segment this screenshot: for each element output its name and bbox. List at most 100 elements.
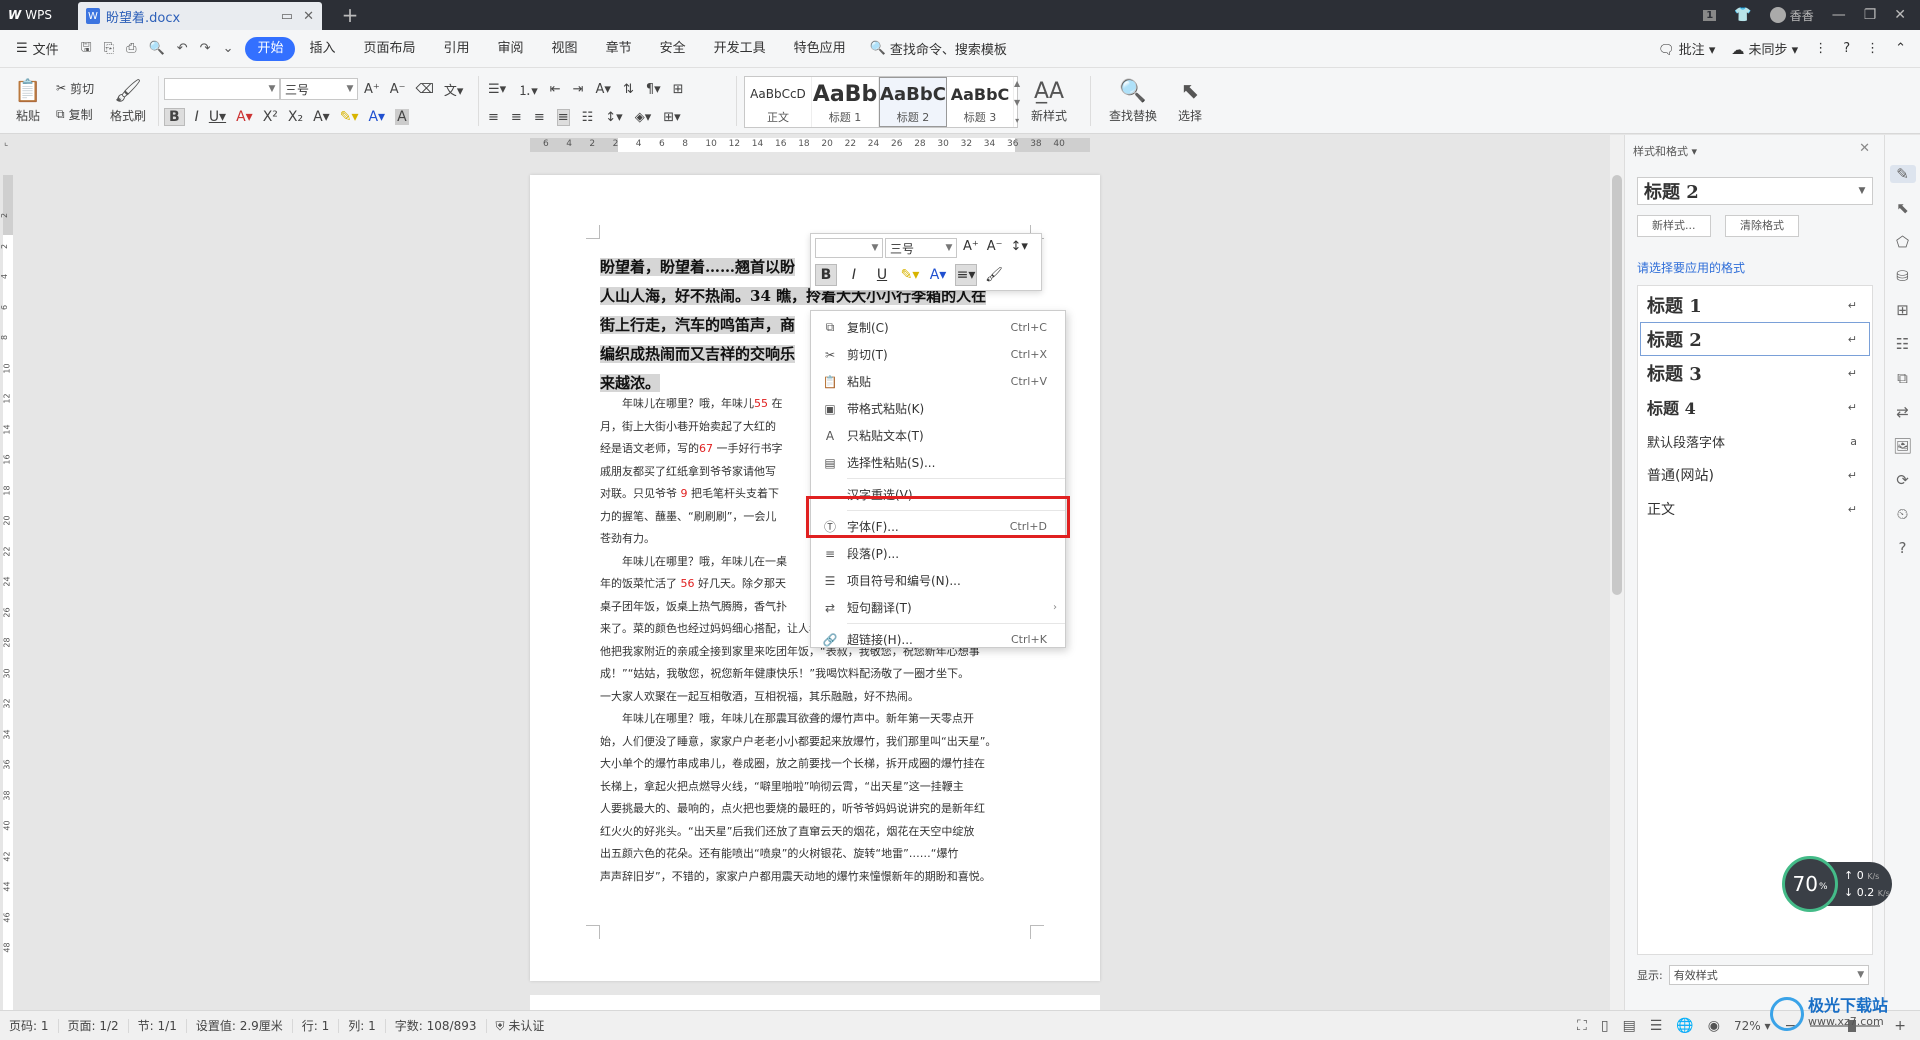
document-tab[interactable]: W 盼望着.docx ▭ ✕ bbox=[78, 2, 322, 30]
distributed-icon[interactable]: ☷ bbox=[582, 110, 594, 125]
style-heading-3[interactable]: AaBbC 标题 3 bbox=[947, 77, 1014, 127]
strikethrough-icon[interactable]: A▾ bbox=[236, 109, 253, 125]
style-list-item[interactable]: 标题 3 ↵ bbox=[1640, 356, 1870, 390]
underline-icon[interactable]: U▾ bbox=[209, 109, 226, 125]
underline-icon[interactable]: U bbox=[871, 264, 893, 286]
menu-item-cut[interactable]: ✂ 剪切(T) Ctrl+X bbox=[811, 341, 1065, 368]
style-heading-2[interactable]: AaBbC 标题 2 bbox=[879, 77, 947, 127]
decrease-font-icon[interactable]: A⁻ bbox=[987, 239, 1003, 254]
command-search[interactable]: 🔍 查找命令、搜索模板 bbox=[860, 39, 1007, 58]
skin-icon[interactable]: 👕 bbox=[1734, 7, 1751, 23]
fit-screen-icon[interactable]: ⛶ bbox=[1577, 1018, 1587, 1034]
font-color-icon[interactable]: A▾ bbox=[368, 109, 385, 125]
numbered-list-icon[interactable]: ⒈▾ bbox=[518, 80, 538, 99]
font-size-select[interactable]: 三号 ▼ bbox=[280, 78, 358, 100]
gallery-scroll[interactable]: ▲ ▼ ▾ bbox=[1014, 77, 1020, 127]
tab-references[interactable]: 引用 bbox=[430, 37, 484, 61]
subscript-icon[interactable]: X₂ bbox=[288, 109, 303, 125]
redo-icon[interactable]: ↷ bbox=[200, 41, 211, 56]
expand-icon[interactable]: ▾ bbox=[1015, 116, 1019, 125]
show-marks-icon[interactable]: ¶▾ bbox=[646, 82, 661, 97]
clear-formatting-icon[interactable]: ⌫ bbox=[416, 82, 434, 97]
network-speed-widget[interactable]: 70% ↑ 0 K/s ↓ 0.2 K/s bbox=[1782, 856, 1892, 912]
bold-icon[interactable]: B bbox=[815, 264, 837, 286]
tab-view[interactable]: 视图 bbox=[538, 37, 592, 61]
align-left-icon[interactable]: ≡ bbox=[488, 110, 499, 125]
backup-pane-icon[interactable]: ⟳ bbox=[1896, 471, 1909, 489]
font-name-select[interactable]: ▼ bbox=[164, 78, 280, 100]
styles-pane-icon[interactable]: ✎ bbox=[1889, 165, 1916, 183]
text-effect-icon[interactable]: A▾ bbox=[313, 109, 330, 125]
line-spacing-icon[interactable]: ↕▾ bbox=[1011, 239, 1028, 254]
decrease-font-icon[interactable]: A⁻ bbox=[390, 82, 406, 97]
file-menu[interactable]: ☰ 文件 bbox=[0, 39, 69, 58]
print-icon[interactable]: ⎙ bbox=[126, 41, 136, 56]
status-page-count[interactable]: 页面: 1/2 bbox=[59, 1018, 129, 1033]
cut-button[interactable]: ✂ 剪切 bbox=[56, 78, 94, 98]
style-heading-1[interactable]: AaBb 标题 1 bbox=[812, 77, 879, 127]
document-page-2[interactable] bbox=[530, 995, 1100, 1010]
style-list-item[interactable]: 标题 1 ↵ bbox=[1640, 288, 1870, 322]
scrollbar-thumb[interactable] bbox=[1612, 175, 1622, 595]
justify-icon[interactable]: ≡ bbox=[556, 108, 570, 126]
increase-indent-icon[interactable]: ⇥ bbox=[573, 82, 584, 97]
tab-stop-selector-icon[interactable]: ⌞ bbox=[4, 138, 8, 148]
menu-item-bullets-numbering[interactable]: ☰ 项目符号和编号(N)... bbox=[811, 567, 1065, 594]
line-spacing-icon[interactable]: ↕▾ bbox=[605, 110, 622, 125]
chevron-down-icon[interactable]: ▼ bbox=[1014, 98, 1020, 107]
status-certification[interactable]: ⛨ 未认证 bbox=[487, 1019, 554, 1033]
table-icon[interactable]: ⊞ bbox=[673, 82, 684, 97]
window-count-badge[interactable]: 1 bbox=[1703, 9, 1717, 21]
chevron-up-icon[interactable]: ▲ bbox=[1014, 79, 1020, 88]
tab-developer[interactable]: 开发工具 bbox=[700, 37, 780, 61]
read-mode-icon[interactable]: ▯ bbox=[1601, 1018, 1609, 1034]
tab-home[interactable]: 开始 bbox=[245, 36, 296, 61]
web-view-icon[interactable]: 🌐 bbox=[1676, 1018, 1693, 1034]
char-shading-icon[interactable]: A bbox=[395, 109, 409, 125]
page-view-icon[interactable]: ▤ bbox=[1623, 1018, 1636, 1034]
mini-font-size-select[interactable]: 三号 ▼ bbox=[885, 238, 957, 258]
status-position[interactable]: 设置值: 2.9厘米 bbox=[187, 1018, 293, 1033]
status-page-number[interactable]: 页码: 1 bbox=[0, 1018, 59, 1033]
italic-icon[interactable]: I bbox=[195, 109, 199, 125]
style-list-item[interactable]: 标题 2 ↵ bbox=[1640, 322, 1870, 356]
outline-view-icon[interactable]: ☰ bbox=[1650, 1018, 1663, 1034]
increase-font-icon[interactable]: A⁺ bbox=[364, 82, 380, 97]
align-center-icon[interactable]: ≡ bbox=[511, 110, 522, 125]
sync-status-button[interactable]: ☁ 未同步 ▾ bbox=[1731, 39, 1798, 58]
bullet-list-icon[interactable]: ☰▾ bbox=[488, 82, 506, 97]
tab-security[interactable]: 安全 bbox=[646, 37, 700, 61]
tab-review[interactable]: 审阅 bbox=[484, 37, 538, 61]
current-style-select[interactable]: 标题 2 ▼ bbox=[1637, 177, 1873, 205]
clear-format-button[interactable]: 清除格式 bbox=[1725, 215, 1799, 237]
undo-icon[interactable]: ↶ bbox=[177, 41, 188, 56]
new-style-button[interactable]: A̲A 新样式 bbox=[1024, 76, 1074, 128]
menu-item-paste-text-only[interactable]: A 只粘贴文本(T) bbox=[811, 422, 1065, 449]
menu-item-paragraph[interactable]: ≡ 段落(P)... bbox=[811, 540, 1065, 567]
vertical-ruler[interactable]: 2 2 4 6 8 10 12 14 16 18 20 22 24 26 28 30 32 34 36 38 40 42 4… bbox=[0, 155, 16, 1040]
status-section[interactable]: 节: 1/1 bbox=[129, 1018, 187, 1033]
eye-protect-icon[interactable]: ◉ bbox=[1708, 1018, 1720, 1034]
more-options-icon[interactable]: ⋮ bbox=[1866, 41, 1879, 56]
tab-minimize-icon[interactable]: ▭ bbox=[281, 9, 293, 24]
shapes-pane-icon[interactable]: ⬠ bbox=[1896, 233, 1909, 251]
style-list-item[interactable]: 默认段落字体 a bbox=[1640, 424, 1870, 458]
more-icon[interactable]: ⋮ bbox=[1814, 41, 1827, 56]
customize-quick-access-icon[interactable]: ⌄ bbox=[223, 41, 234, 56]
mini-font-name-select[interactable]: ▼ bbox=[815, 238, 883, 258]
window-minimize-button[interactable]: — bbox=[1832, 7, 1846, 23]
new-tab-button[interactable]: + bbox=[338, 4, 362, 26]
document-scrollbar[interactable] bbox=[1610, 135, 1624, 1010]
horizontal-ruler[interactable]: 6 4 2 2 4 6 8 10 12 14 16 18 20 22 24 26 28 30 32 34 36 38 40 … bbox=[0, 135, 1610, 155]
close-icon[interactable]: ✕ bbox=[1859, 141, 1870, 156]
status-word-count[interactable]: 字数: 108/893 bbox=[386, 1018, 487, 1033]
change-case-icon[interactable]: A▾ bbox=[596, 82, 611, 97]
comment-button[interactable]: 🗨 批注 ▾ bbox=[1658, 39, 1715, 58]
italic-icon[interactable]: I bbox=[843, 264, 865, 286]
format-painter-button[interactable]: 🖌 格式刷 bbox=[108, 76, 148, 128]
decrease-indent-icon[interactable]: ⇤ bbox=[550, 82, 561, 97]
tab-section[interactable]: 章节 bbox=[592, 37, 646, 61]
tab-insert[interactable]: 插入 bbox=[295, 37, 349, 61]
window-close-button[interactable]: ✕ bbox=[1894, 7, 1906, 23]
style-normal[interactable]: AaBbCcD 正文 bbox=[745, 77, 812, 127]
